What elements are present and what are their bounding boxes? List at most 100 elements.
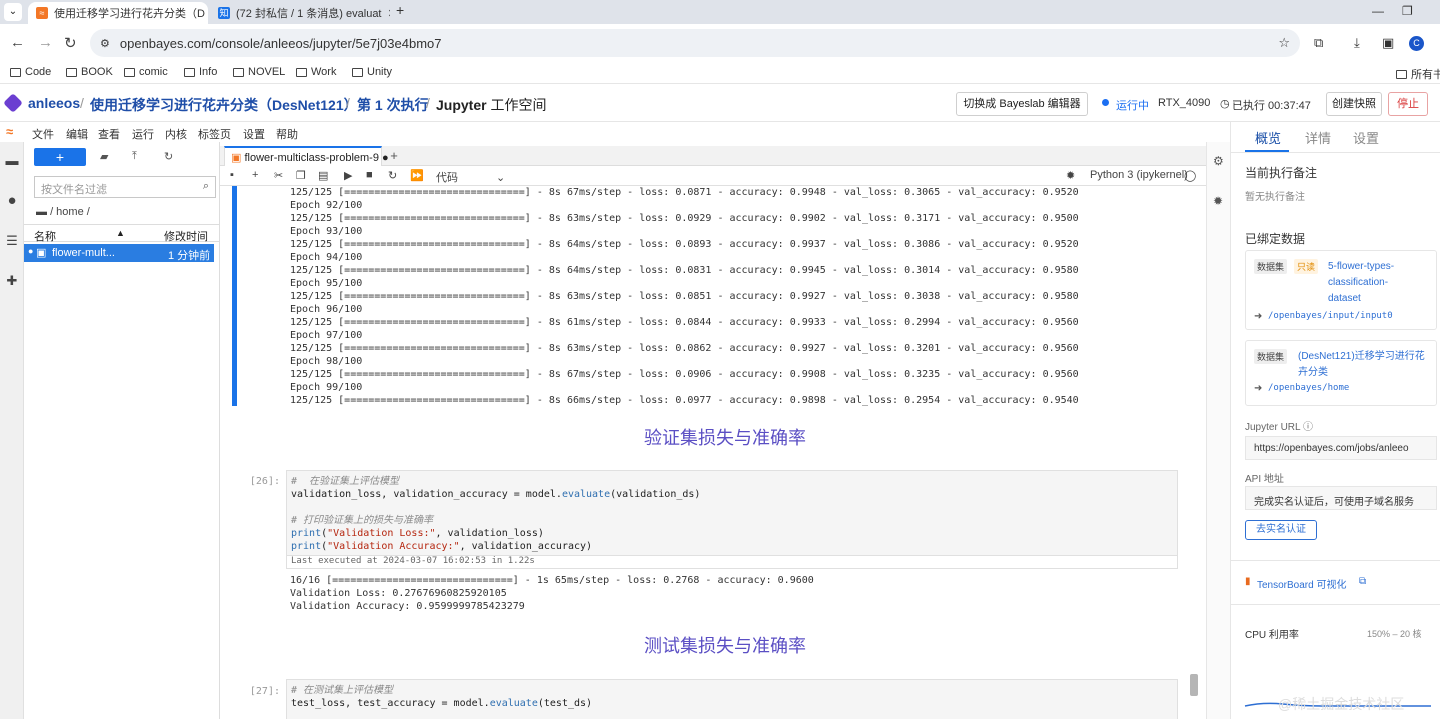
verify-identity-button[interactable]: 去实名认证 xyxy=(1245,520,1317,540)
minimize-icon[interactable]: — xyxy=(1372,4,1384,18)
file-breadcrumb[interactable]: ▬ / home / xyxy=(36,206,90,218)
new-tab-button[interactable]: + xyxy=(396,2,404,18)
bookmark-star-icon[interactable]: ☆ xyxy=(1278,35,1290,51)
download-icon[interactable]: ⤓ xyxy=(1354,35,1360,51)
kernel-name[interactable]: Python 3 (ipykernel) xyxy=(1090,169,1188,181)
bookmark-book[interactable]: BOOK xyxy=(66,66,113,78)
dataset-link[interactable]: 5-flower-types-classification-dataset xyxy=(1328,259,1418,307)
menu-run[interactable]: 运行 xyxy=(132,126,154,142)
debugger-icon[interactable]: ✹ xyxy=(1066,169,1075,182)
epoch-line: Epoch 93/100 xyxy=(290,226,363,237)
site-info-icon[interactable]: ⚙ xyxy=(100,37,110,50)
menu-file[interactable]: 文件 xyxy=(32,126,54,142)
profile-avatar[interactable]: C xyxy=(1409,36,1424,51)
progress-line: 125/125 [==============================]… xyxy=(290,187,1079,198)
code-cell-27[interactable]: # 在测试集上评估模型 test_loss, test_accuracy = m… xyxy=(286,679,1178,719)
jupyter-url-field[interactable]: https://openbayes.com/jobs/anleeo xyxy=(1245,436,1437,460)
bookmark-novel[interactable]: NOVEL xyxy=(233,66,285,78)
breadcrumb-project[interactable]: 使用迁移学习进行花卉分类（DesNet121） xyxy=(90,95,358,115)
epoch-line: Epoch 99/100 xyxy=(290,382,363,393)
save-icon[interactable]: ▪ xyxy=(230,169,234,181)
file-row[interactable]: ● ▣ flower-mult... 1 分钟前 xyxy=(24,244,214,262)
dataset-card[interactable]: 数据集 只读 5-flower-types-classification-dat… xyxy=(1245,250,1437,330)
menu-view[interactable]: 查看 xyxy=(98,126,120,142)
browser-tab-2[interactable]: 知 (72 封私信 / 1 条消息) evaluat ✕ xyxy=(210,2,390,24)
column-name[interactable]: 名称 xyxy=(34,228,56,244)
run-icon[interactable]: ▶ xyxy=(344,169,352,182)
extensions-icon[interactable]: ⧉ xyxy=(1314,35,1323,51)
api-address-field[interactable]: 完成实名认证后，可使用子域名服务 xyxy=(1245,486,1437,510)
upload-icon[interactable]: ⤒ xyxy=(132,150,137,163)
jupyter-menubar: ≈ 文件 编辑 查看 运行 内核 标签页 设置 帮助 xyxy=(0,122,1230,142)
menu-edit[interactable]: 编辑 xyxy=(66,126,88,142)
notebook-tab[interactable]: ▣ flower-multiclass-problem-9 ● xyxy=(224,146,389,166)
bookmark-comic[interactable]: comic xyxy=(124,66,168,78)
forward-icon[interactable]: → xyxy=(38,34,53,51)
left-activity-rail: ▬ ● ☰ ✚ xyxy=(0,142,24,719)
cut-icon[interactable]: ✂ xyxy=(274,169,283,182)
progress-line: 125/125 [==============================]… xyxy=(290,369,1079,380)
bookmark-unity[interactable]: Unity xyxy=(352,66,392,78)
training-output: 125/125 [==============================]… xyxy=(290,186,1079,407)
restore-icon[interactable]: ❐ xyxy=(1402,4,1413,18)
tab-settings[interactable]: 设置 xyxy=(1353,128,1379,147)
debugger-bug-icon[interactable]: ✹ xyxy=(1213,194,1223,208)
breadcrumb-user[interactable]: anleeos xyxy=(28,95,80,111)
cell-type-select[interactable]: 代码 ⌄ xyxy=(436,169,505,185)
sidepanel-icon[interactable]: ▣ xyxy=(1382,35,1394,51)
external-link-icon[interactable]: ⧉ xyxy=(1359,576,1366,587)
bookmark-code[interactable]: Code xyxy=(10,66,51,78)
tab-overview[interactable]: 概览 xyxy=(1255,128,1281,147)
copy-icon[interactable]: ❐ xyxy=(296,169,306,182)
interrupt-icon[interactable]: ■ xyxy=(366,169,373,181)
run-all-icon[interactable]: ⏩ xyxy=(410,169,424,182)
breadcrumb-run[interactable]: 第 1 次执行 xyxy=(357,95,429,115)
bookmark-work[interactable]: Work xyxy=(296,66,336,78)
refresh-icon[interactable]: ↻ xyxy=(164,150,173,163)
create-snapshot-button[interactable]: 创建快照 xyxy=(1326,92,1382,116)
menu-help[interactable]: 帮助 xyxy=(276,126,298,142)
cell-prompt: [26]: xyxy=(249,476,280,487)
folder-icon[interactable]: ▬ xyxy=(5,154,19,168)
code-cell-26[interactable]: # 在验证集上评估模型 validation_loss, validation_… xyxy=(286,470,1178,556)
tensorboard-link[interactable]: TensorBoard 可视化 xyxy=(1257,576,1346,591)
url-bar[interactable]: ⚙ openbayes.com/console/anleeos/jupyter/… xyxy=(90,29,1300,57)
insert-cell-icon[interactable]: + xyxy=(252,169,258,181)
browser-tab-active[interactable]: ≈ 使用迁移学习进行花卉分类（D ✕ xyxy=(28,2,208,24)
active-cell-indicator xyxy=(232,186,237,406)
tab-search-icon[interactable]: ⌄ xyxy=(4,3,22,21)
back-icon[interactable]: ← xyxy=(10,34,25,51)
running-kernels-icon[interactable]: ● xyxy=(5,193,19,208)
notes-title: 当前执行备注 xyxy=(1245,166,1318,180)
new-notebook-tab-button[interactable]: + xyxy=(386,148,402,164)
dataset-card[interactable]: 数据集 (DesNet121)迁移学习进行花卉分类 ➜ /openbayes/h… xyxy=(1245,340,1437,406)
restart-icon[interactable]: ↻ xyxy=(388,169,397,182)
new-launcher-button[interactable]: + xyxy=(34,148,86,166)
extensions-puzzle-icon[interactable]: ✚ xyxy=(5,274,19,288)
column-modified[interactable]: 修改时间 xyxy=(164,228,208,244)
paste-icon[interactable]: ▤ xyxy=(318,169,328,182)
breadcrumb-separator: / xyxy=(346,95,350,111)
notebook-area: ▣ flower-multiclass-problem-9 ● + ▪ + ✂ … xyxy=(220,142,1230,719)
search-icon: ⌕ xyxy=(202,180,209,192)
dataset-link[interactable]: (DesNet121)迁移学习进行花卉分类 xyxy=(1298,349,1432,381)
gpu-type: RTX_4090 xyxy=(1158,97,1211,109)
table-of-contents-icon[interactable]: ☰ xyxy=(5,234,19,248)
switch-editor-button[interactable]: 切换成 Bayeslab 编辑器 xyxy=(956,92,1088,116)
bookmark-info[interactable]: Info xyxy=(184,66,217,78)
other-bookmarks[interactable]: 所有书 xyxy=(1396,66,1440,82)
notebook-scrollbar[interactable] xyxy=(1190,674,1198,696)
menu-settings[interactable]: 设置 xyxy=(243,126,265,142)
cell-output: 16/16 [==============================] -… xyxy=(290,575,814,612)
file-filter-input[interactable]: 按文件名过滤 ⌕ xyxy=(34,176,216,198)
menu-tabs[interactable]: 标签页 xyxy=(198,126,231,142)
reload-icon[interactable]: ↻ xyxy=(64,34,77,52)
stop-button[interactable]: 停止 xyxy=(1388,92,1428,116)
property-inspector-icon[interactable]: ⚙ xyxy=(1213,154,1224,168)
tab-details[interactable]: 详情 xyxy=(1305,128,1331,147)
folder-icon xyxy=(10,67,21,77)
file-modified: 1 分钟前 xyxy=(168,250,211,262)
new-folder-icon[interactable]: ▰ xyxy=(100,150,108,163)
close-tab-icon[interactable]: ✕ xyxy=(388,7,391,20)
menu-kernel[interactable]: 内核 xyxy=(165,126,187,142)
